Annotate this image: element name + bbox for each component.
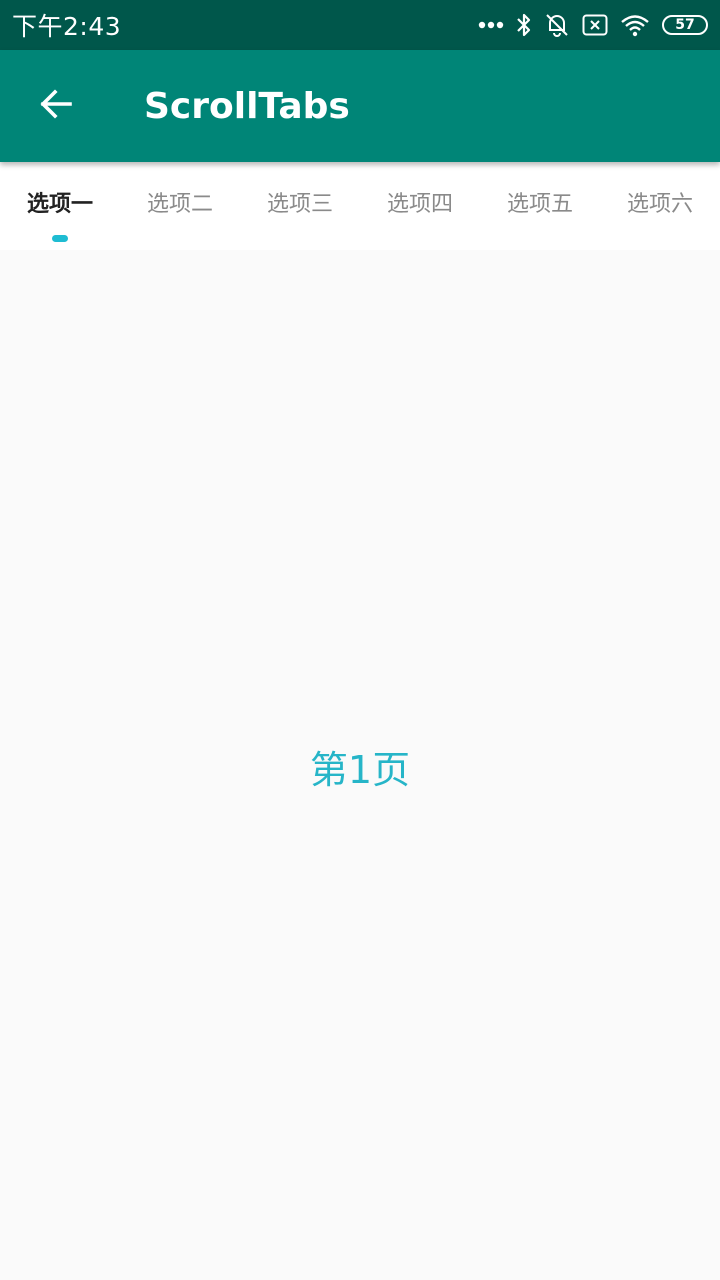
battery-level: 57 (675, 17, 695, 33)
wifi-icon (620, 13, 650, 37)
page-content[interactable]: 第1页 (0, 250, 720, 1280)
tab-option-3[interactable]: 选项三 (240, 162, 360, 250)
tab-label: 选项六 (626, 192, 693, 217)
sim-blocked-icon (582, 14, 608, 36)
battery-icon: 57 (662, 15, 708, 35)
tab-label: 选项二 (146, 192, 213, 217)
tab-label: 选项五 (506, 192, 573, 217)
tab-indicator (52, 235, 68, 242)
more-dots-icon (478, 21, 504, 29)
status-icons: 57 (478, 12, 708, 38)
back-button[interactable] (0, 50, 112, 162)
tab-label: 选项一 (26, 192, 93, 217)
tab-option-6[interactable]: 选项六 (600, 162, 720, 250)
tab-strip[interactable]: 选项一 选项二 选项三 选项四 选项五 选项六 (0, 162, 720, 250)
tab-option-2[interactable]: 选项二 (120, 162, 240, 250)
tab-option-4[interactable]: 选项四 (360, 162, 480, 250)
app-title: ScrollTabs (144, 85, 350, 127)
page-label: 第1页 (309, 747, 411, 792)
arrow-back-icon (38, 86, 74, 126)
tab-option-5[interactable]: 选项五 (480, 162, 600, 250)
bluetooth-icon (516, 12, 532, 38)
status-bar: 下午2:43 57 (0, 0, 720, 50)
tab-label: 选项三 (266, 192, 333, 217)
app-bar: ScrollTabs (0, 50, 720, 162)
status-time: 下午2:43 (12, 12, 122, 41)
tab-label: 选项四 (386, 192, 453, 217)
vibrate-off-icon (544, 12, 570, 38)
tab-option-1[interactable]: 选项一 (0, 162, 120, 250)
